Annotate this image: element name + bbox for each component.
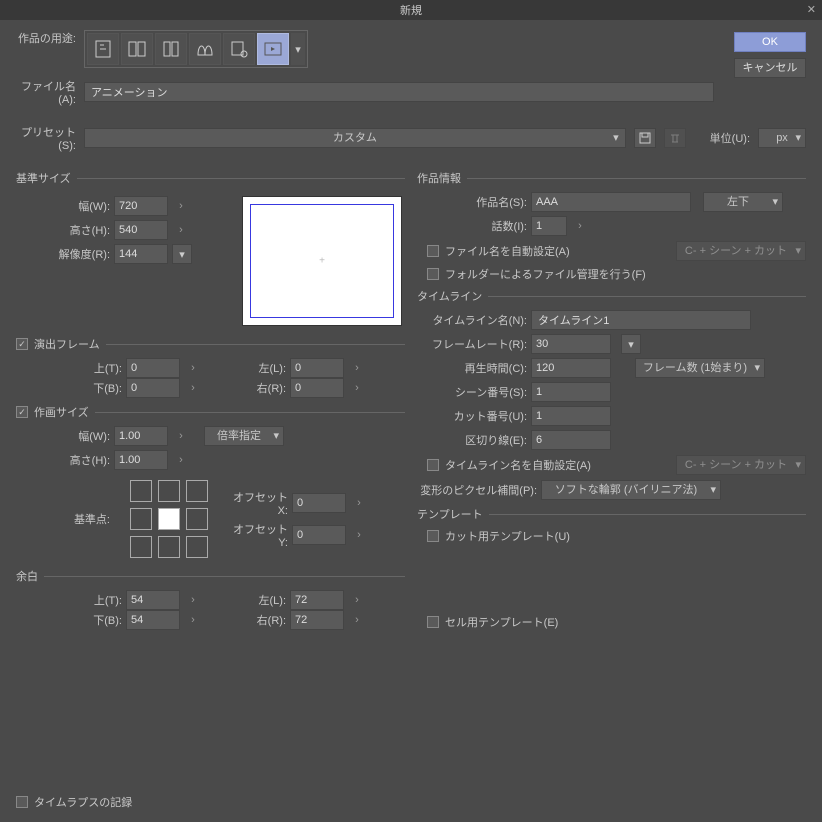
canvas-preview: + — [242, 196, 402, 326]
preset-save-icon[interactable] — [634, 128, 656, 148]
timeline-header: タイムライン — [417, 288, 806, 304]
m-top-input[interactable] — [126, 590, 180, 610]
separator-input[interactable] — [531, 430, 611, 450]
unit-label: 単位(U): — [710, 130, 750, 146]
work-name-pos-select[interactable]: 左下▾ — [703, 192, 783, 212]
work-name-input[interactable] — [531, 192, 691, 212]
purpose-toolbar: ▾ — [84, 30, 308, 68]
purpose-print-icon[interactable] — [155, 33, 187, 65]
ok-button[interactable]: OK — [734, 32, 806, 52]
margin-header: 余白 — [16, 568, 405, 584]
cel-template-checkbox[interactable] — [427, 616, 439, 628]
fps-dropdown-icon[interactable]: ▾ — [621, 334, 641, 354]
timeline-name-input[interactable] — [531, 310, 751, 330]
preset-label: プリセット(S): — [16, 124, 76, 152]
folder-mgmt-checkbox[interactable] — [427, 268, 439, 280]
auto-filename-checkbox[interactable] — [427, 245, 439, 257]
auto-filename-pattern-select: C- + シーン + カット▾ — [676, 241, 806, 261]
resolution-dropdown-icon[interactable]: ▾ — [172, 244, 192, 264]
purpose-animation-icon[interactable] — [257, 33, 289, 65]
episode-input[interactable] — [531, 216, 567, 236]
timelapse-row: タイムラプスの記録 — [16, 794, 132, 810]
offset-x-input[interactable] — [292, 493, 346, 513]
draw-size-checkbox[interactable]: ✓ — [16, 406, 28, 418]
df-right-input[interactable] — [290, 378, 344, 398]
anchor-center[interactable] — [158, 508, 180, 530]
width-more-icon[interactable]: › — [172, 196, 190, 216]
purpose-comic-icon[interactable] — [121, 33, 153, 65]
cut-input[interactable] — [531, 406, 611, 426]
purpose-settings-icon[interactable] — [223, 33, 255, 65]
filename-input[interactable] — [84, 82, 714, 102]
m-right-input[interactable] — [290, 610, 344, 630]
auto-timeline-checkbox[interactable] — [427, 459, 439, 471]
cut-template-checkbox[interactable] — [427, 530, 439, 542]
ds-height-input[interactable] — [114, 450, 168, 470]
interpolation-select[interactable]: ソフトな輪郭 (バイリニア法)▾ — [541, 480, 721, 500]
width-input[interactable] — [114, 196, 168, 216]
df-left-input[interactable] — [290, 358, 344, 378]
purpose-book-icon[interactable] — [189, 33, 221, 65]
offset-y-input[interactable] — [292, 525, 346, 545]
df-top-input[interactable] — [126, 358, 180, 378]
purpose-dropdown-icon[interactable]: ▾ — [291, 33, 305, 65]
playtime-input[interactable] — [531, 358, 611, 378]
close-icon[interactable]: ✕ — [807, 3, 816, 16]
height-input[interactable] — [114, 220, 168, 240]
df-bottom-input[interactable] — [126, 378, 180, 398]
draw-size-header: ✓作画サイズ — [16, 404, 405, 420]
direction-frame-header: ✓演出フレーム — [16, 336, 405, 352]
ds-width-input[interactable] — [114, 426, 168, 446]
height-more-icon[interactable]: › — [172, 220, 190, 240]
playtime-unit-select[interactable]: フレーム数 (1始まり)▾ — [635, 358, 765, 378]
anchor-grid[interactable] — [130, 480, 208, 558]
resolution-input[interactable] — [114, 244, 168, 264]
filename-label: ファイル名(A): — [16, 78, 76, 106]
ds-spec-select[interactable]: 倍率指定▾ — [204, 426, 284, 446]
unit-select[interactable]: px▾ — [758, 128, 806, 148]
fps-input[interactable] — [531, 334, 611, 354]
m-left-input[interactable] — [290, 590, 344, 610]
purpose-label: 作品の用途: — [16, 30, 76, 46]
window-title: 新規 — [400, 2, 422, 18]
direction-frame-checkbox[interactable]: ✓ — [16, 338, 28, 350]
titlebar: 新規 ✕ — [0, 0, 822, 20]
preset-select[interactable]: カスタム▾ — [84, 128, 626, 148]
template-header: テンプレート — [417, 506, 806, 522]
m-bottom-input[interactable] — [126, 610, 180, 630]
work-info-header: 作品情報 — [417, 170, 806, 186]
preset-delete-icon — [664, 128, 686, 148]
timelapse-checkbox[interactable] — [16, 796, 28, 808]
cancel-button[interactable]: キャンセル — [734, 58, 806, 78]
auto-timeline-pattern-select: C- + シーン + カット▾ — [676, 455, 806, 475]
scene-input[interactable] — [531, 382, 611, 402]
base-size-header: 基準サイズ — [16, 170, 405, 186]
purpose-illustration-icon[interactable] — [87, 33, 119, 65]
